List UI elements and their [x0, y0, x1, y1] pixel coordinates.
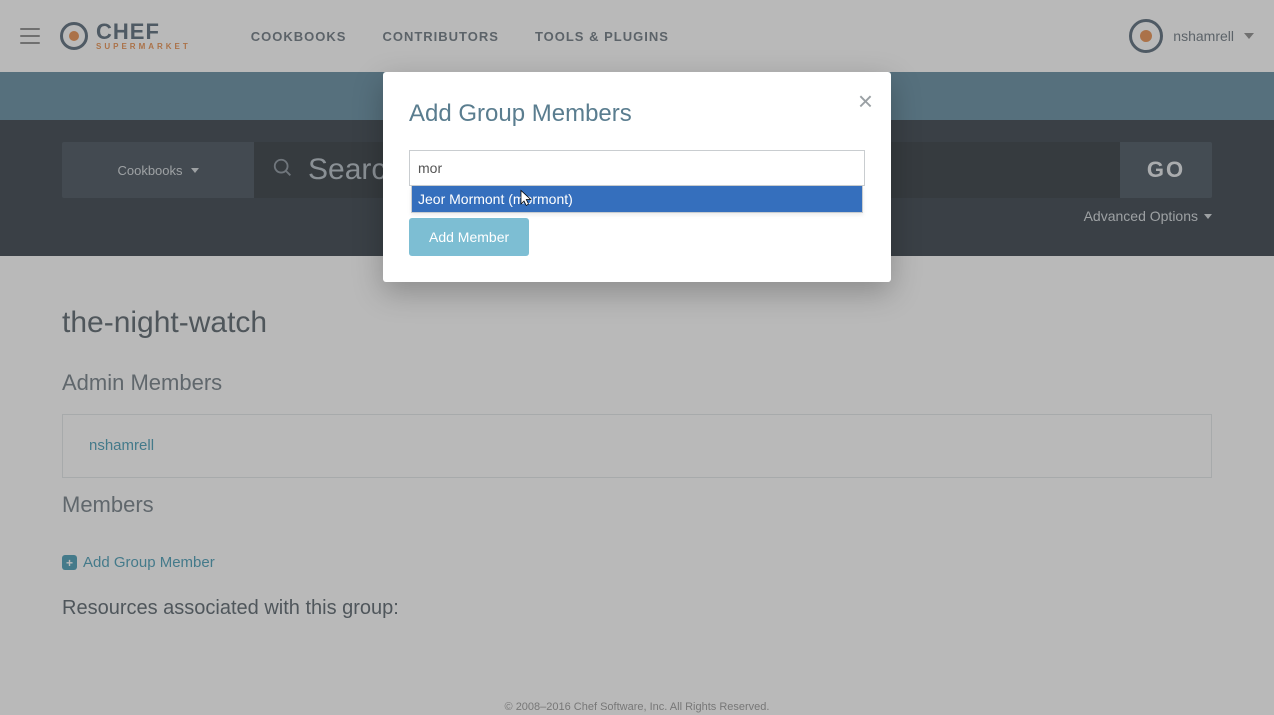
add-group-members-modal: × Add Group Members Jeor Mormont (mormon… [383, 72, 891, 282]
close-icon[interactable]: × [858, 86, 873, 117]
typeahead-dropdown: Jeor Mormont (mormont) [411, 186, 863, 213]
typeahead-suggestion[interactable]: Jeor Mormont (mormont) [412, 186, 862, 212]
modal-title: Add Group Members [409, 100, 865, 128]
member-typeahead: Jeor Mormont (mormont) [409, 150, 865, 186]
suggestion-label: Jeor Mormont (mormont) [418, 191, 573, 207]
member-search-input[interactable] [409, 150, 865, 186]
add-member-button[interactable]: Add Member [409, 218, 529, 256]
cursor-icon [518, 189, 533, 207]
